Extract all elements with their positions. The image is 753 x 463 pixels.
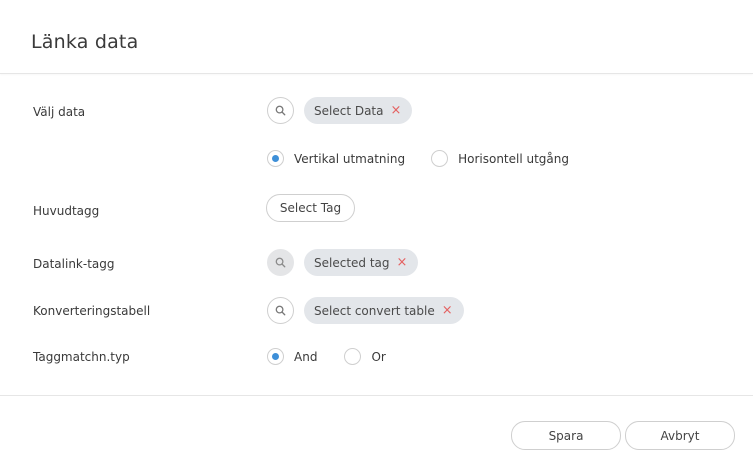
- select-data-label: Välj data: [33, 105, 86, 119]
- save-button[interactable]: Spara: [511, 421, 621, 450]
- radio-and-label: And: [294, 349, 318, 364]
- select-tag-button[interactable]: Select Tag: [266, 194, 355, 222]
- radio-circle[interactable]: [431, 150, 449, 167]
- convert-table-label: Konverteringstabell: [33, 304, 151, 318]
- link-data-dialog: Länka data Välj data Select Data × Verti…: [0, 0, 753, 463]
- convert-table-chip[interactable]: Select convert table ×: [304, 297, 464, 324]
- close-icon[interactable]: ×: [397, 256, 408, 269]
- close-icon[interactable]: ×: [442, 304, 453, 317]
- select-data-search-button[interactable]: [267, 97, 294, 124]
- radio-or[interactable]: Or: [344, 348, 386, 365]
- dialog-title: Länka data: [31, 31, 139, 53]
- radio-circle-checked[interactable]: [267, 150, 284, 167]
- tag-match-type-label: Taggmatchn.typ: [33, 350, 130, 364]
- select-data-chip-label: Select Data: [314, 103, 384, 118]
- tag-match-type-group: And Or: [267, 348, 386, 365]
- radio-or-label: Or: [371, 349, 386, 364]
- radio-and[interactable]: And: [267, 348, 317, 365]
- radio-vertical-output-label: Vertikal utmatning: [294, 151, 406, 166]
- output-direction-group: Vertikal utmatning Horisontell utgång: [267, 150, 569, 167]
- datalink-tag-chip[interactable]: Selected tag ×: [304, 249, 419, 276]
- search-icon: [275, 105, 286, 116]
- convert-table-search-button[interactable]: [267, 297, 294, 324]
- radio-horizontal-output[interactable]: Horisontell utgång: [431, 150, 569, 167]
- datalink-tag-label: Datalink-tagg: [33, 257, 115, 271]
- radio-vertical-output[interactable]: Vertikal utmatning: [267, 150, 405, 167]
- radio-circle-checked[interactable]: [267, 348, 284, 365]
- select-data-chip[interactable]: Select Data ×: [304, 97, 413, 124]
- datalink-tag-chip-label: Selected tag: [314, 255, 390, 270]
- main-tag-label: Huvudtagg: [33, 204, 100, 218]
- search-icon: [275, 257, 286, 268]
- datalink-tag-search-button[interactable]: [267, 249, 294, 276]
- convert-table-chip-label: Select convert table: [314, 303, 435, 318]
- search-icon: [275, 305, 286, 316]
- cancel-button[interactable]: Avbryt: [625, 421, 735, 450]
- close-icon[interactable]: ×: [391, 104, 402, 117]
- footer-divider: [0, 395, 753, 396]
- radio-circle[interactable]: [344, 348, 362, 365]
- dialog-header: Länka data: [0, 0, 753, 74]
- radio-horizontal-output-label: Horisontell utgång: [458, 151, 569, 166]
